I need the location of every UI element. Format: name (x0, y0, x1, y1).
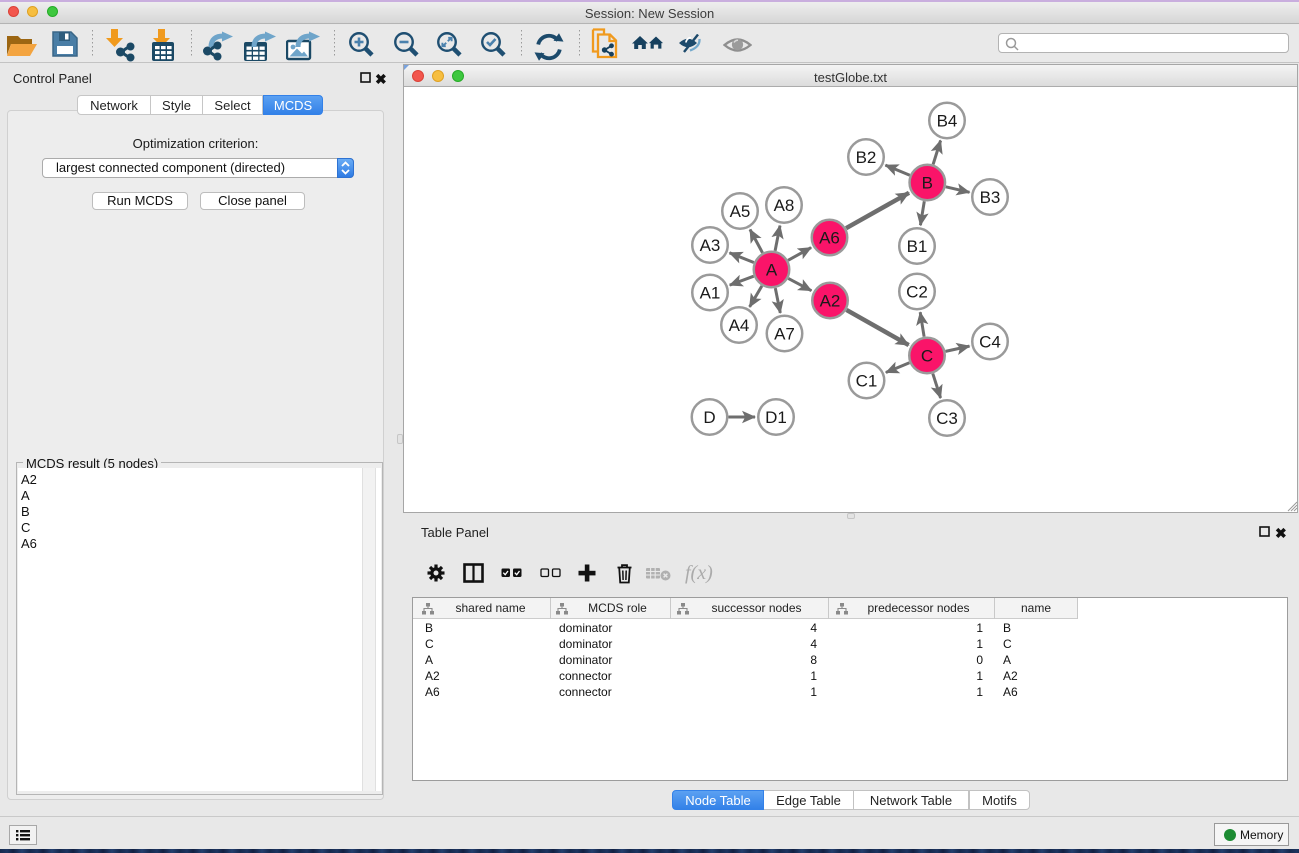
svg-text:A5: A5 (730, 202, 751, 221)
svg-text:B3: B3 (980, 188, 1001, 207)
svg-text:f(x): f(x) (685, 562, 713, 584)
svg-text:A8: A8 (774, 196, 795, 215)
svg-text:A3: A3 (700, 236, 721, 255)
svg-text:B2: B2 (856, 148, 877, 167)
svg-text:A6: A6 (819, 229, 840, 248)
svg-text:A2: A2 (820, 292, 841, 311)
svg-text:B4: B4 (937, 112, 958, 131)
svg-text:B: B (922, 174, 933, 193)
svg-text:A4: A4 (729, 316, 750, 335)
svg-text:C2: C2 (906, 283, 928, 302)
svg-text:C4: C4 (979, 333, 1001, 352)
svg-text:D1: D1 (765, 408, 787, 427)
svg-text:A1: A1 (700, 284, 721, 303)
svg-text:A7: A7 (774, 325, 795, 344)
svg-text:C3: C3 (936, 409, 958, 428)
svg-text:D: D (703, 408, 715, 427)
svg-text:C1: C1 (856, 372, 878, 391)
svg-text:B1: B1 (907, 237, 928, 256)
svg-text:C: C (921, 347, 933, 366)
svg-text:A: A (766, 261, 778, 280)
